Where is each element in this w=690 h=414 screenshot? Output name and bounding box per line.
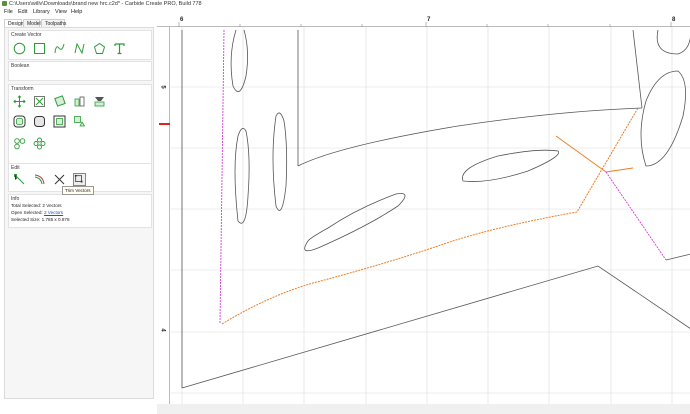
ruler-label-5: 5 (159, 85, 166, 89)
total-selected-label: Total Selected: (11, 203, 42, 208)
magenta-end-segment (665, 253, 690, 261)
boolean-section: Boolean (8, 61, 152, 81)
band-right-edge (632, 29, 643, 109)
tab-design[interactable]: Design (4, 19, 24, 27)
trim-vectors-icon[interactable] (73, 173, 86, 186)
menu-library[interactable]: Library (33, 8, 50, 17)
ruler-position-marker (159, 123, 170, 125)
transform-title: Transform (11, 86, 34, 92)
orange-spoke-1 (555, 135, 607, 173)
bottom-line (181, 265, 690, 389)
rotate-icon[interactable] (53, 95, 66, 108)
transform-section: Transform (8, 84, 152, 164)
horizontal-scrollbar[interactable] (157, 404, 690, 414)
mirror-icon[interactable] (93, 95, 106, 108)
rectangle-icon[interactable] (33, 42, 46, 55)
ellipse-2 (462, 149, 560, 182)
menu-edit[interactable]: Edit (18, 8, 27, 17)
ellipse-1 (304, 193, 406, 252)
vertical-ruler: 5 4 (157, 27, 170, 406)
open-selected-label: Open Selected: (11, 210, 43, 215)
window-title: C:\Users\willv\Downloads\brand new hrc.c… (9, 1, 202, 7)
trim-vectors-tooltip: Trim Vectors (62, 186, 94, 195)
selected-size-value: 1.785 x 0.878 (41, 217, 70, 222)
right-slot (640, 70, 686, 167)
circular-array-icon[interactable] (33, 137, 46, 150)
info-total-selected: Total Selected: 2 Vectors (11, 203, 62, 208)
horizontal-ruler: 6 7 8 (157, 16, 690, 27)
move-icon[interactable] (13, 95, 26, 108)
corner-curve (656, 29, 690, 55)
total-selected-value: 2 Vectors (42, 203, 62, 208)
tab-model[interactable]: Model (23, 19, 41, 27)
open-selected-link[interactable]: 2 Vectors (44, 210, 63, 215)
slot-1 (230, 29, 248, 93)
ungroup-icon[interactable] (73, 115, 86, 128)
info-selected-size: Selected Size: 1.785 x 0.878 (11, 217, 70, 222)
design-panel: Create Vector Boolean Transform Edit Inf… (4, 27, 154, 399)
app-logo-icon (2, 1, 7, 6)
polygon-icon[interactable] (93, 42, 106, 55)
array-icon[interactable] (13, 137, 26, 150)
ruler-label-7: 7 (427, 17, 431, 23)
edit-title: Edit (11, 165, 20, 171)
circle-icon[interactable] (13, 42, 26, 55)
info-open-selected: Open Selected: 2 Vectors (11, 210, 63, 215)
ruler-label-4: 4 (159, 328, 166, 332)
text-icon[interactable] (113, 42, 126, 55)
fillet-icon[interactable] (33, 115, 46, 128)
offset-icon[interactable] (13, 115, 26, 128)
scale-icon[interactable] (33, 95, 46, 108)
ruler-label-8: 8 (672, 17, 676, 23)
curve-icon[interactable] (53, 42, 66, 55)
tab-toolpaths[interactable]: Toolpaths (41, 19, 66, 27)
selected-size-label: Selected Size: (11, 217, 41, 222)
design-canvas[interactable] (157, 16, 690, 406)
create-vector-section: Create Vector (8, 30, 152, 60)
group-icon[interactable] (53, 115, 66, 128)
trim-icon[interactable] (53, 173, 66, 186)
node-edit-icon[interactable] (13, 173, 26, 186)
info-section: Info Total Selected: 2 Vectors Open Sele… (8, 194, 152, 228)
selected-vector-magenta (219, 29, 667, 325)
orange-spoke-2 (605, 167, 634, 173)
info-title: Info (11, 196, 20, 202)
ruler-label-6: 6 (180, 17, 184, 23)
menu-view[interactable]: View (55, 8, 67, 17)
top-band-line (297, 107, 643, 167)
menu-help[interactable]: Help (71, 8, 82, 17)
selected-vector-orange (221, 107, 639, 325)
menu-file[interactable]: File (4, 8, 13, 17)
title-bar: C:\Users\willv\Downloads\brand new hrc.c… (0, 0, 690, 8)
polyline-icon[interactable] (73, 42, 86, 55)
grid (171, 27, 690, 406)
create-vector-title: Create Vector (11, 32, 42, 38)
align-icon[interactable] (73, 95, 86, 108)
slot-3 (272, 112, 288, 211)
boolean-title: Boolean (11, 63, 30, 69)
join-icon[interactable] (33, 173, 46, 186)
